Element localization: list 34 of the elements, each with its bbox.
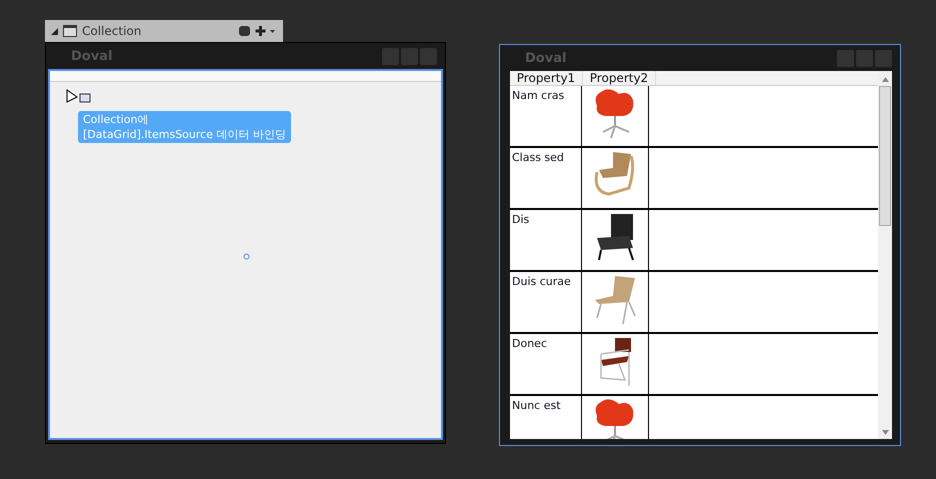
tab-title: Collection [82,24,142,38]
close-button[interactable] [420,48,437,64]
scroll-up-icon[interactable] [882,77,888,82]
designer-tab[interactable]: Collection [45,20,283,42]
center-handle-icon [243,253,250,260]
chair-drawing [596,89,634,139]
table-cell: Nunc est [510,396,582,439]
scrollbar-thumb[interactable] [879,86,891,226]
table-cell: Duis curae [510,272,582,332]
window-title: Doval [525,50,566,66]
table-cell: Class sed [510,148,582,208]
table-cell: Nam cras [510,86,582,146]
cursor-icon [66,89,92,105]
minimize-button[interactable] [837,50,854,66]
column-header[interactable]: Property2 [583,71,656,85]
grid-icon [63,25,77,37]
chair-drawing [595,276,636,325]
maximize-button[interactable] [856,50,873,66]
chair-drawing [597,214,634,261]
chair-drawing [600,338,631,387]
table-cell: Dis [510,210,582,270]
scroll-down-icon[interactable] [882,430,888,435]
close-button[interactable] [875,50,892,66]
database-icon[interactable] [239,25,250,37]
window-title: Doval [71,48,112,64]
plus-dropdown-icon[interactable] [255,26,277,36]
column-header[interactable]: Property1 [510,71,583,85]
chair-drawing [594,152,634,196]
chair-drawing [596,399,634,439]
maximize-button[interactable] [401,48,418,64]
table-cell: Donec [510,334,582,394]
minimize-button[interactable] [382,48,399,64]
collapse-triangle-icon[interactable] [51,28,58,34]
binding-hint: Collection에 [DataGrid].ItemsSource 데이터 바인딩 [78,111,291,143]
